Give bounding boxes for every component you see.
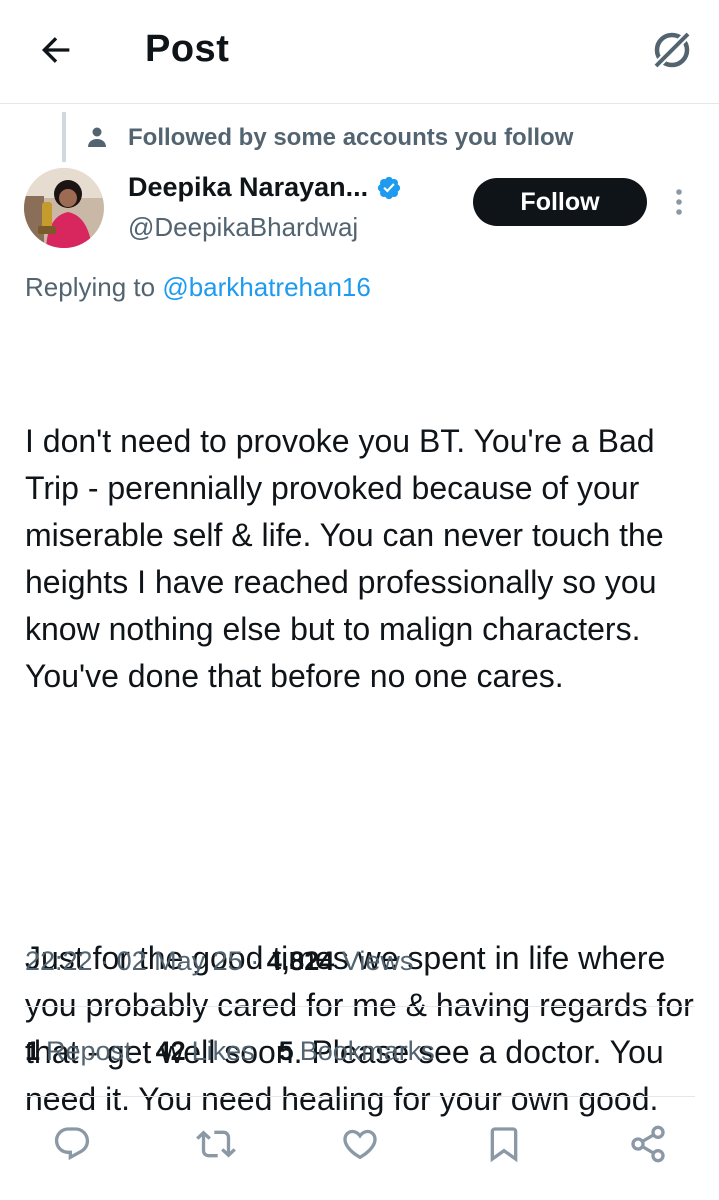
likes-stat[interactable]: 42 Likes — [156, 1036, 255, 1067]
reposts-label: Repost — [46, 1036, 132, 1066]
more-vertical-icon — [676, 189, 682, 215]
social-context-text: Followed by some accounts you follow — [128, 124, 574, 151]
person-icon — [88, 127, 106, 147]
social-context: Followed by some accounts you follow — [0, 112, 719, 162]
bookmarks-label: Bookmarks — [299, 1036, 435, 1066]
share-button[interactable] — [626, 1122, 670, 1166]
views-label: Views — [341, 946, 414, 976]
share-icon — [631, 1125, 665, 1163]
bookmarks-count: 5 — [278, 1036, 294, 1066]
follow-button[interactable]: Follow — [473, 178, 647, 226]
bookmarks-stat[interactable]: 5 Bookmarks — [279, 1036, 435, 1067]
repost-icon — [196, 1130, 236, 1158]
grok-icon — [653, 31, 691, 69]
likes-label: Likes — [191, 1036, 255, 1066]
reposts-stat[interactable]: 1 Repost — [25, 1036, 132, 1067]
bookmark-icon — [490, 1127, 518, 1163]
repost-button[interactable] — [194, 1122, 238, 1166]
meta-separator: · — [250, 946, 260, 976]
more-options-button[interactable] — [664, 182, 694, 222]
avatar[interactable] — [24, 168, 104, 248]
reposts-count: 1 — [25, 1036, 41, 1066]
replying-to-label: Replying to — [25, 272, 156, 302]
meta-separator: · — [100, 946, 110, 976]
post-date[interactable]: 02 May 25 — [117, 946, 243, 976]
author-name-row[interactable]: Deepika Narayan... — [128, 172, 402, 203]
bookmark-button[interactable] — [482, 1122, 526, 1166]
post-paragraph: I don't need to provoke you BT. You're a… — [25, 423, 673, 694]
back-button[interactable] — [30, 24, 82, 76]
likes-count: 42 — [155, 1036, 186, 1066]
post-meta: 22:22 · 02 May 25 · 4,824 Views — [25, 946, 413, 977]
heart-icon — [343, 1129, 377, 1160]
views-count: 4,824 — [266, 946, 335, 976]
replying-to-handle[interactable]: @barkhatrehan16 — [162, 272, 371, 302]
reply-button[interactable] — [50, 1122, 94, 1166]
arrow-left-icon — [41, 37, 70, 63]
engagement-stats: 1 Repost 42 Likes 5 Bookmarks — [25, 1036, 459, 1067]
reply-icon — [54, 1127, 90, 1161]
divider — [25, 1006, 695, 1007]
page-title: Post — [145, 28, 230, 70]
top-bar: Post — [0, 0, 719, 104]
grok-button[interactable] — [646, 24, 698, 76]
post-time[interactable]: 22:22 — [25, 946, 93, 976]
author-display-name[interactable]: Deepika Narayan... — [128, 172, 368, 203]
like-button[interactable] — [338, 1122, 382, 1166]
author-handle[interactable]: @DeepikaBhardwaj — [128, 212, 358, 243]
verified-badge-icon[interactable] — [376, 175, 402, 201]
divider — [25, 1096, 695, 1097]
replying-to: Replying to @barkhatrehan16 — [25, 272, 371, 303]
thread-line — [62, 112, 66, 162]
action-bar — [0, 1110, 719, 1180]
